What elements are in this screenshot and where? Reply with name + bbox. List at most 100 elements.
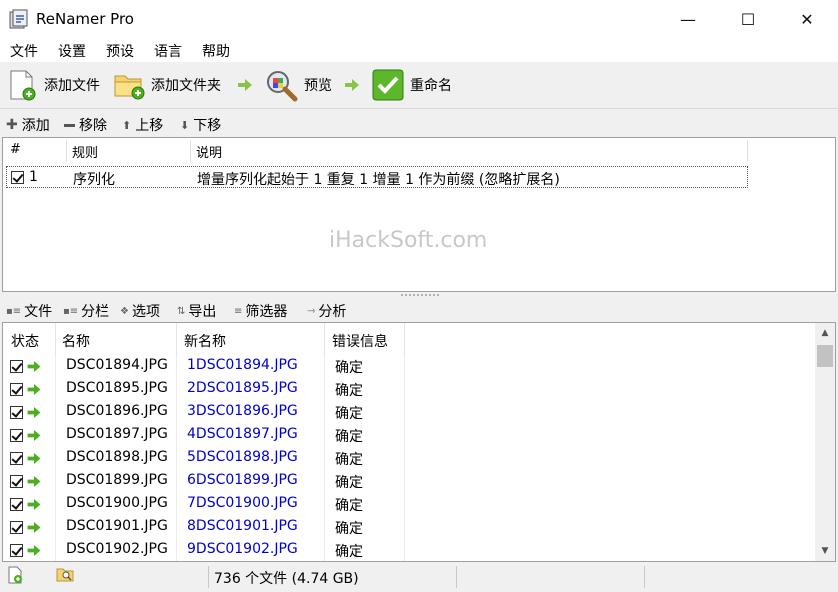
file-row[interactable]: DSC01902.JPG 9DSC01902.JPG 确定 <box>3 539 815 561</box>
arrow-right-icon <box>27 430 41 441</box>
menu-settings[interactable]: 设置 <box>58 41 86 61</box>
menu-language[interactable]: 语言 <box>154 41 182 61</box>
column-divider <box>176 424 177 447</box>
options-menu-button[interactable]: ❖ 选项 <box>120 301 160 321</box>
file-checkbox[interactable] <box>10 544 23 557</box>
preview-button[interactable]: 预览 <box>264 68 332 102</box>
file-error-status: 确定 <box>335 521 363 537</box>
filter-menu-button[interactable]: ≡ 筛选器 <box>234 301 287 321</box>
file-row[interactable]: DSC01895.JPG 2DSC01895.JPG 确定 <box>3 378 815 401</box>
arrow-up-icon: ⬆ <box>122 118 132 132</box>
files-header-name[interactable]: 名称 <box>62 331 90 351</box>
files-header-new-name[interactable]: 新名称 <box>184 331 226 351</box>
file-row[interactable]: DSC01896.JPG 3DSC01896.JPG 确定 <box>3 401 815 424</box>
column-divider <box>324 355 325 378</box>
file-row[interactable]: DSC01899.JPG 6DSC01899.JPG 确定 <box>3 470 815 493</box>
column-divider <box>404 355 405 378</box>
analyze-menu-button[interactable]: ⇾ 分析 <box>307 301 346 321</box>
add-file-icon <box>10 70 36 101</box>
file-checkbox[interactable] <box>10 452 23 465</box>
scroll-thumb[interactable] <box>817 345 833 367</box>
export-icon: ⇅ <box>177 305 186 317</box>
column-divider <box>66 140 67 162</box>
file-checkbox[interactable] <box>10 475 23 488</box>
menu-help[interactable]: 帮助 <box>202 41 230 61</box>
add-rule-button[interactable]: ✚ 添加 <box>6 115 50 135</box>
file-new-name: 6DSC01899.JPG <box>187 472 298 488</box>
files-list[interactable]: 状态 名称 新名称 错误信息 DSC01894.JPG 1DSC01894.JPG… <box>2 322 836 562</box>
file-checkbox[interactable] <box>10 429 23 442</box>
menu-bar: 文件 设置 预设 语言 帮助 <box>0 38 838 62</box>
file-checkbox[interactable] <box>10 498 23 511</box>
rule-checkbox[interactable] <box>11 171 24 184</box>
arrow-right-icon <box>238 79 252 91</box>
add-file-icon[interactable] <box>7 566 23 584</box>
file-row[interactable]: DSC01894.JPG 1DSC01894.JPG 确定 <box>3 355 815 378</box>
rule-num: 1 <box>29 169 38 185</box>
file-row[interactable]: DSC01897.JPG 4DSC01897.JPG 确定 <box>3 424 815 447</box>
remove-rule-button[interactable]: 移除 <box>64 115 107 135</box>
vertical-scrollbar[interactable]: ▲ ▼ <box>815 323 835 561</box>
column-divider <box>404 323 405 355</box>
close-button[interactable]: ✕ <box>784 0 830 38</box>
file-checkbox[interactable] <box>10 406 23 419</box>
column-divider <box>324 447 325 470</box>
column-divider <box>176 355 177 378</box>
rules-header-desc[interactable]: 说明 <box>196 142 222 161</box>
maximize-button[interactable]: ☐ <box>725 0 771 38</box>
rename-label: 重命名 <box>410 78 452 94</box>
move-down-button[interactable]: ⬇ 下移 <box>180 115 221 135</box>
splitter-grip[interactable] <box>400 293 440 297</box>
column-divider <box>55 323 56 355</box>
export-menu-button[interactable]: ⇅ 导出 <box>177 301 216 321</box>
column-divider <box>324 516 325 539</box>
file-checkbox[interactable] <box>10 521 23 534</box>
add-files-button[interactable]: 添加文件 <box>8 68 100 102</box>
arrow-right-icon <box>345 79 359 91</box>
files-header-state[interactable]: 状态 <box>11 331 39 351</box>
status-divider <box>644 566 645 588</box>
column-divider <box>404 401 405 424</box>
folder-search-icon[interactable] <box>56 566 74 582</box>
status-divider <box>208 566 209 588</box>
file-new-name: 4DSC01897.JPG <box>187 426 298 442</box>
column-divider <box>190 140 191 162</box>
file-name: DSC01899.JPG <box>66 472 168 488</box>
add-folder-button[interactable]: 添加文件夹 <box>113 68 221 102</box>
minimize-button[interactable]: — <box>665 0 711 38</box>
files-header-error[interactable]: 错误信息 <box>332 331 388 351</box>
file-name: DSC01900.JPG <box>66 495 168 511</box>
window-title: ReNamer Pro <box>36 10 134 28</box>
files-toolbar: ▪≡ 文件 ▪≡ 分栏 ❖ 选项 ⇅ 导出 ≡ 筛选器 ⇾ 分析 <box>0 299 838 321</box>
file-row[interactable]: DSC01898.JPG 5DSC01898.JPG 确定 <box>3 447 815 470</box>
export-menu-label: 导出 <box>188 304 217 320</box>
menu-file[interactable]: 文件 <box>10 41 38 61</box>
rule-row[interactable]: 1 序列化 增量序列化起始于 1 重复 1 增量 1 作为前缀 (忽略扩展名) <box>6 166 748 188</box>
file-checkbox[interactable] <box>10 383 23 396</box>
scroll-up-icon[interactable]: ▲ <box>815 323 835 343</box>
rename-button[interactable]: 重命名 <box>372 68 452 102</box>
checkmark-icon <box>372 69 404 101</box>
file-checkbox[interactable] <box>10 360 23 373</box>
options-icon: ❖ <box>120 305 129 317</box>
options-menu-label: 选项 <box>131 304 160 320</box>
rules-header-rule[interactable]: 规则 <box>72 142 98 161</box>
file-error-status: 确定 <box>335 429 363 445</box>
file-row[interactable]: DSC01900.JPG 7DSC01900.JPG 确定 <box>3 493 815 516</box>
menu-presets[interactable]: 预设 <box>106 41 134 61</box>
scroll-down-icon[interactable]: ▼ <box>815 541 835 561</box>
rules-list[interactable]: # 规则 说明 1 序列化 增量序列化起始于 1 重复 1 增量 1 作为前缀 … <box>2 137 836 292</box>
column-divider <box>324 323 325 355</box>
magnifier-icon <box>267 71 298 102</box>
file-error-status: 确定 <box>335 383 363 399</box>
move-up-button[interactable]: ⬆ 上移 <box>122 115 163 135</box>
file-row[interactable]: DSC01901.JPG 8DSC01901.JPG 确定 <box>3 516 815 539</box>
column-divider <box>55 378 56 401</box>
file-error-status: 确定 <box>335 498 363 514</box>
columns-menu-button[interactable]: ▪≡ 分栏 <box>63 301 109 321</box>
minimize-icon: — <box>680 9 696 29</box>
files-menu-button[interactable]: ▪≡ 文件 <box>6 301 52 321</box>
column-divider <box>55 539 56 561</box>
file-new-name: 7DSC01900.JPG <box>187 495 298 511</box>
rules-header-num[interactable]: # <box>10 142 21 157</box>
